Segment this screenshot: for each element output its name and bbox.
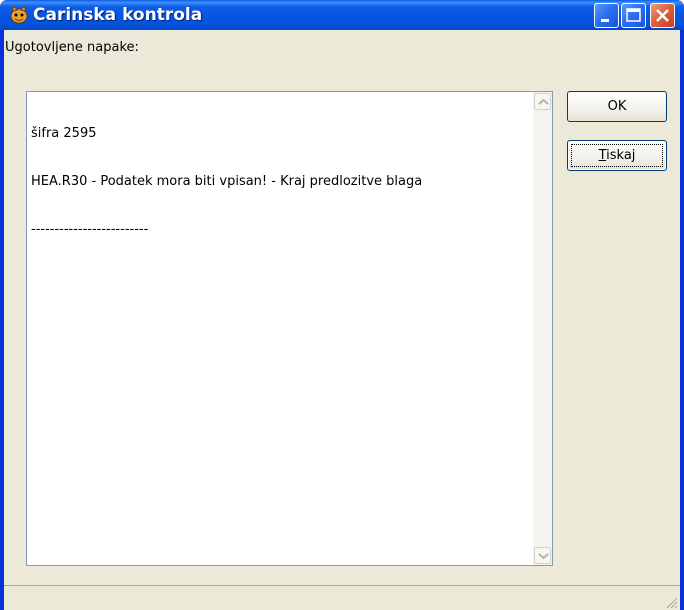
maximize-button[interactable] [621,3,646,28]
title-bar[interactable]: Carinska kontrola [0,0,684,30]
vertical-scrollbar[interactable] [533,92,552,565]
errors-memo[interactable]: šifra 2595 HEA.R30 - Podatek mora biti v… [26,91,553,566]
ok-button[interactable]: OK [567,91,667,122]
errors-label: Ugotovljene napake: [5,40,139,55]
window-title: Carinska kontrola [33,5,203,25]
minimize-icon [601,19,609,22]
cat-app-icon [9,4,29,25]
window-frame-right [680,30,684,610]
errors-text[interactable]: šifra 2595 HEA.R30 - Podatek mora biti v… [31,94,530,270]
dialog-window: Carinska kontrola Ugotovljene napake: ši… [0,0,684,610]
error-line: ------------------------- [31,222,149,237]
chevron-up-icon [538,98,549,105]
close-icon [656,9,669,22]
ok-button-label: OK [607,99,627,114]
error-line: šifra 2595 [31,126,97,141]
maximize-icon [626,8,641,22]
chevron-down-icon [538,553,549,560]
scroll-up-button[interactable] [534,93,551,110]
resize-grip-icon[interactable] [664,595,678,609]
close-button[interactable] [650,3,675,28]
print-button-label: Tiskaj [598,148,636,163]
print-button[interactable]: Tiskaj [567,140,667,171]
scroll-down-button[interactable] [534,547,551,564]
minimize-button[interactable] [594,3,619,28]
status-bar [4,585,680,610]
error-line: HEA.R30 - Podatek mora biti vpisan! - Kr… [31,174,423,189]
